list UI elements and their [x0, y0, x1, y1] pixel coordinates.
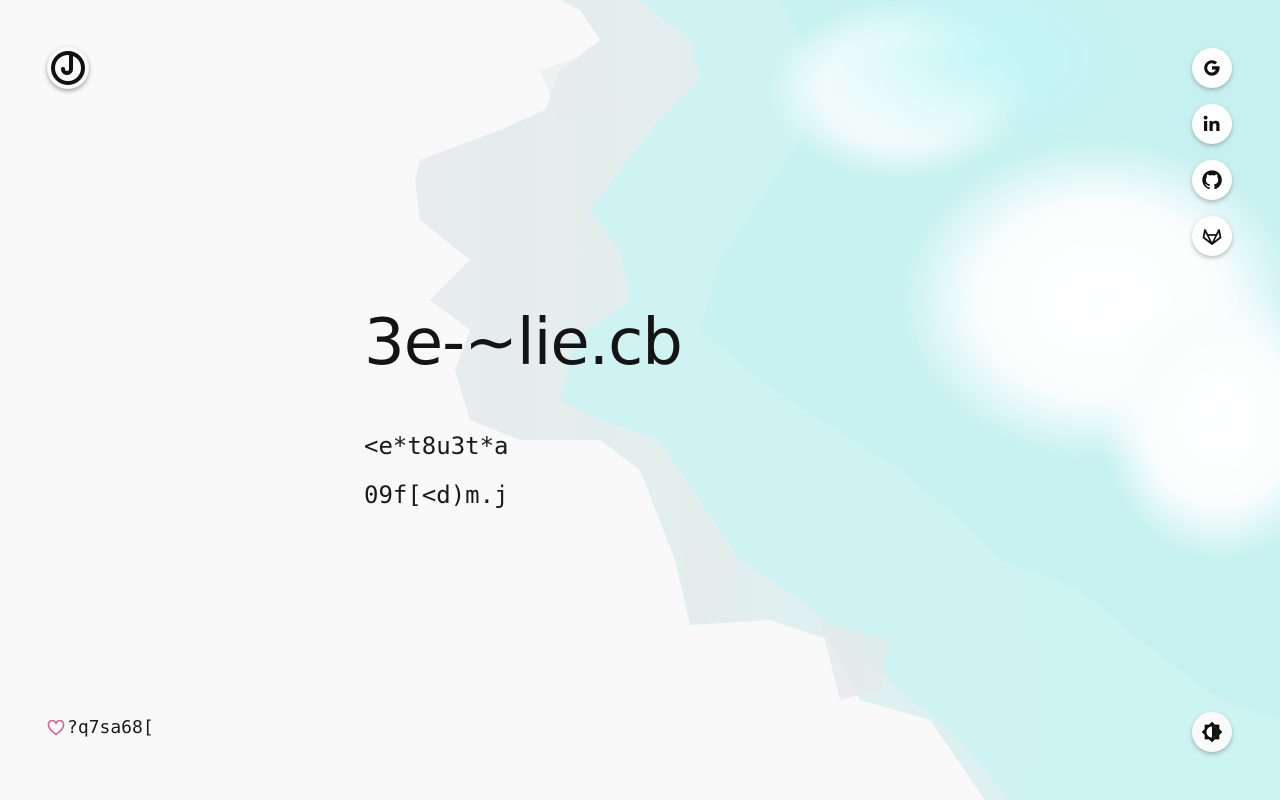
footer-text: ?q7sa68[: [67, 717, 154, 738]
subtitle-line-2: 09f[<d)m.j: [364, 481, 509, 509]
gitlab-link[interactable]: [1192, 216, 1232, 256]
gitlab-icon: [1202, 229, 1222, 245]
google-link[interactable]: [1192, 48, 1232, 88]
brightness-icon: [1201, 721, 1223, 743]
heart-icon: [47, 719, 65, 736]
github-link[interactable]: [1192, 160, 1232, 200]
github-icon: [1202, 170, 1222, 190]
background-art: [415, 0, 1280, 800]
google-icon: [1204, 60, 1220, 76]
page: 3e-~lie.cb <e*t8u3t*a 09f[<d)m.j ?q7sa68…: [0, 0, 1280, 800]
linkedin-icon: [1203, 115, 1220, 131]
linkedin-link[interactable]: [1192, 104, 1232, 144]
j-logo-icon: [51, 51, 85, 85]
page-title: 3e-~lie.cb: [364, 306, 683, 380]
footer: ?q7sa68[: [47, 717, 154, 738]
theme-toggle-button[interactable]: [1192, 712, 1232, 752]
logo[interactable]: [47, 47, 89, 89]
subtitle-line-1: <e*t8u3t*a: [364, 432, 509, 460]
